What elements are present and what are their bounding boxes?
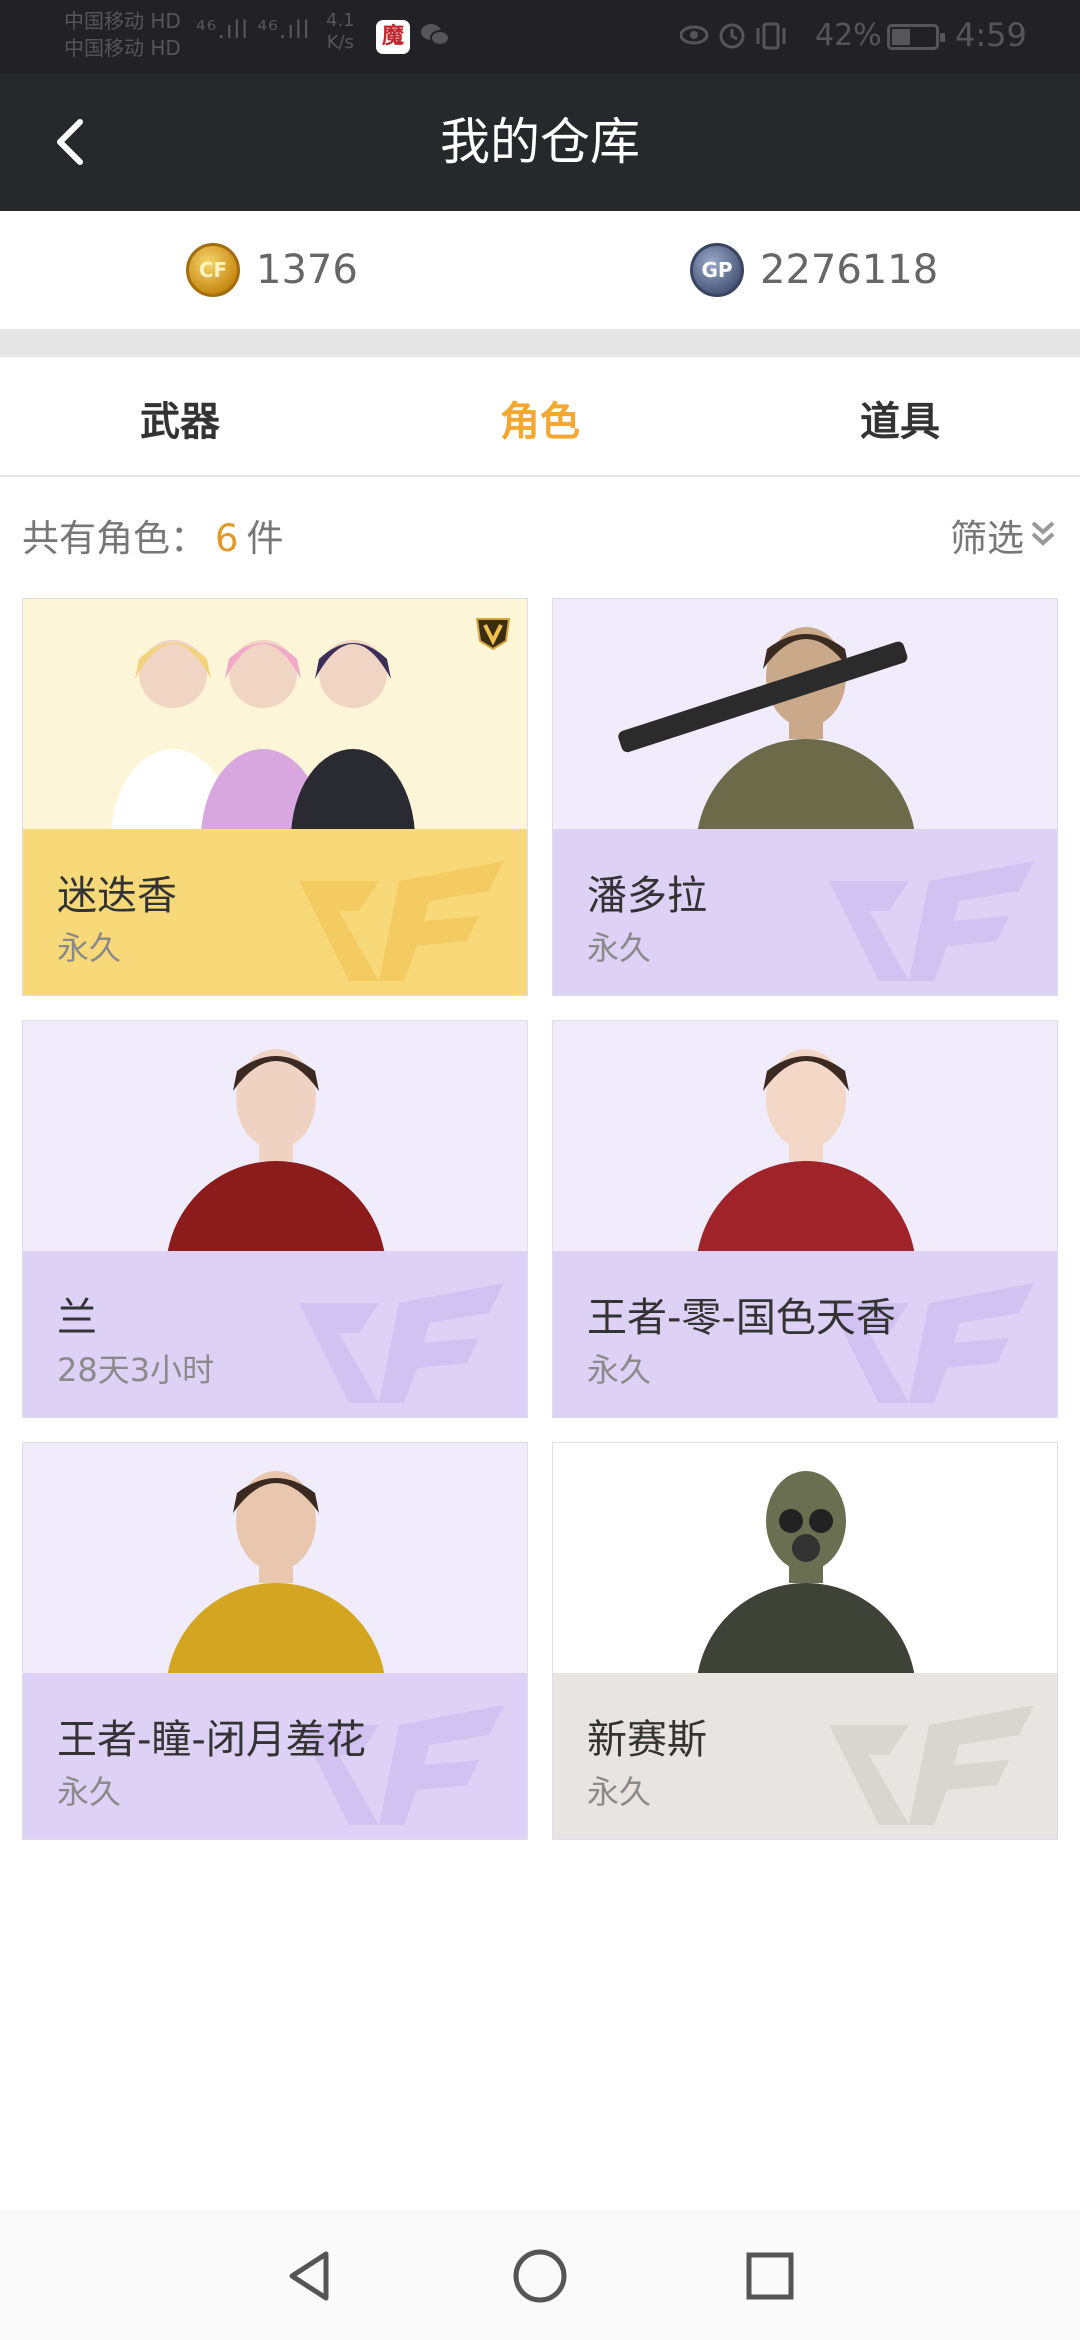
eye-alarm-vibrate-icons: [679, 22, 786, 50]
summary-count: 6: [215, 517, 239, 560]
network-speed: 4.1 K/s: [326, 10, 355, 54]
character-card[interactable]: 王者-瞳-闭月羞花永久: [22, 1442, 528, 1840]
character-portrait: [553, 599, 1057, 829]
carrier-label-2: 中国移动 HD: [64, 36, 181, 60]
character-card[interactable]: 兰 28天3小时: [22, 1020, 528, 1418]
clock: 4:59: [955, 16, 1027, 54]
character-name: 迷迭香: [57, 873, 177, 919]
nav-home-button[interactable]: [510, 2246, 570, 2306]
character-name: 王者-瞳-闭月羞花: [57, 1717, 366, 1763]
carrier-info: 中国移动 HD 中国移动 HD: [64, 8, 181, 62]
signal-icon: ⁴⁶.ıll ⁴⁶.ıll: [196, 16, 311, 44]
gp-currency: GP 2276118: [690, 241, 938, 299]
square-recent-icon: [746, 2252, 794, 2300]
gp-amount: 2276118: [760, 247, 939, 293]
character-info: 兰 28天3小时: [23, 1251, 527, 1417]
character-card[interactable]: 新赛斯 永久: [552, 1442, 1058, 1840]
vip-badge-icon: [473, 613, 513, 653]
character-portrait: [23, 1021, 527, 1251]
cf-watermark-icon: [819, 1695, 1039, 1835]
nav-back-button[interactable]: [280, 2246, 340, 2306]
system-icons: [679, 18, 800, 59]
character-duration: 永久: [587, 1773, 652, 1811]
battery-fill: [892, 29, 910, 45]
character-duration: 永久: [587, 929, 652, 967]
wechat-icon: [420, 22, 450, 55]
filter-label: 筛选: [950, 517, 1024, 560]
character-name: 潘多拉: [587, 873, 707, 919]
character-duration: 永久: [57, 1773, 122, 1811]
section-divider: [0, 329, 1080, 357]
triangle-back-icon: [289, 2251, 329, 2301]
nav-recent-button[interactable]: [740, 2246, 800, 2306]
character-duration: 永久: [587, 1351, 652, 1389]
character-name: 兰: [57, 1295, 97, 1341]
circle-home-icon: [513, 2249, 567, 2303]
summary-suffix: 件: [246, 517, 284, 560]
cf-watermark-icon: [289, 1273, 509, 1413]
cf-coin-icon: CF: [186, 243, 240, 297]
cf-watermark-icon: [289, 851, 509, 991]
tab-characters[interactable]: 角色: [360, 357, 720, 477]
app-notification-icon: 魔: [376, 20, 410, 54]
category-tabs: 武器 角色 道具: [0, 357, 1080, 477]
cf-currency: CF 1376: [186, 241, 358, 299]
battery-percent: 42%: [815, 18, 882, 53]
tab-items[interactable]: 道具: [720, 357, 1080, 477]
character-portrait: [553, 1443, 1057, 1673]
character-info: 王者-瞳-闭月羞花永久: [23, 1673, 527, 1839]
filter-button[interactable]: 筛选: [950, 508, 1058, 562]
tab-weapons[interactable]: 武器: [0, 357, 360, 477]
carrier-label-1: 中国移动 HD: [64, 9, 181, 33]
character-info: 王者-零-国色天香永久: [553, 1251, 1057, 1417]
character-duration: 28天3小时: [57, 1351, 215, 1389]
cf-watermark-icon: [819, 851, 1039, 991]
summary-prefix: 共有角色：: [22, 517, 207, 560]
status-bar: 中国移动 HD 中国移动 HD ⁴⁶.ıll ⁴⁶.ıll 4.1 K/s 魔 …: [0, 0, 1080, 74]
battery-icon: [887, 24, 945, 50]
network-speed-unit: K/s: [326, 32, 354, 53]
gp-coin-icon: GP: [690, 243, 744, 297]
currency-bar: CF 1376 GP 2276118: [0, 211, 1080, 329]
character-info: 潘多拉 永久: [553, 829, 1057, 995]
chevron-double-down-icon: [1031, 521, 1055, 546]
system-nav-bar: [0, 2210, 1080, 2340]
title-bar: 我的仓库: [0, 74, 1080, 211]
page-title: 我的仓库: [440, 113, 640, 171]
character-duration: 永久: [57, 929, 122, 967]
item-count-summary: 共有角色： 6 件: [22, 508, 284, 562]
character-info: 迷迭香 永久: [23, 829, 527, 995]
character-card[interactable]: 王者-零-国色天香永久: [552, 1020, 1058, 1418]
character-name: 新赛斯: [587, 1717, 707, 1763]
character-info: 新赛斯 永久: [553, 1673, 1057, 1839]
cf-amount: 1376: [256, 247, 358, 293]
character-card[interactable]: 迷迭香 永久: [22, 598, 528, 996]
character-portrait: [23, 599, 527, 829]
network-speed-value: 4.1: [326, 10, 355, 31]
character-portrait: [553, 1021, 1057, 1251]
character-card[interactable]: 潘多拉 永久: [552, 598, 1058, 996]
character-name: 王者-零-国色天香: [587, 1295, 896, 1341]
character-portrait: [23, 1443, 527, 1673]
